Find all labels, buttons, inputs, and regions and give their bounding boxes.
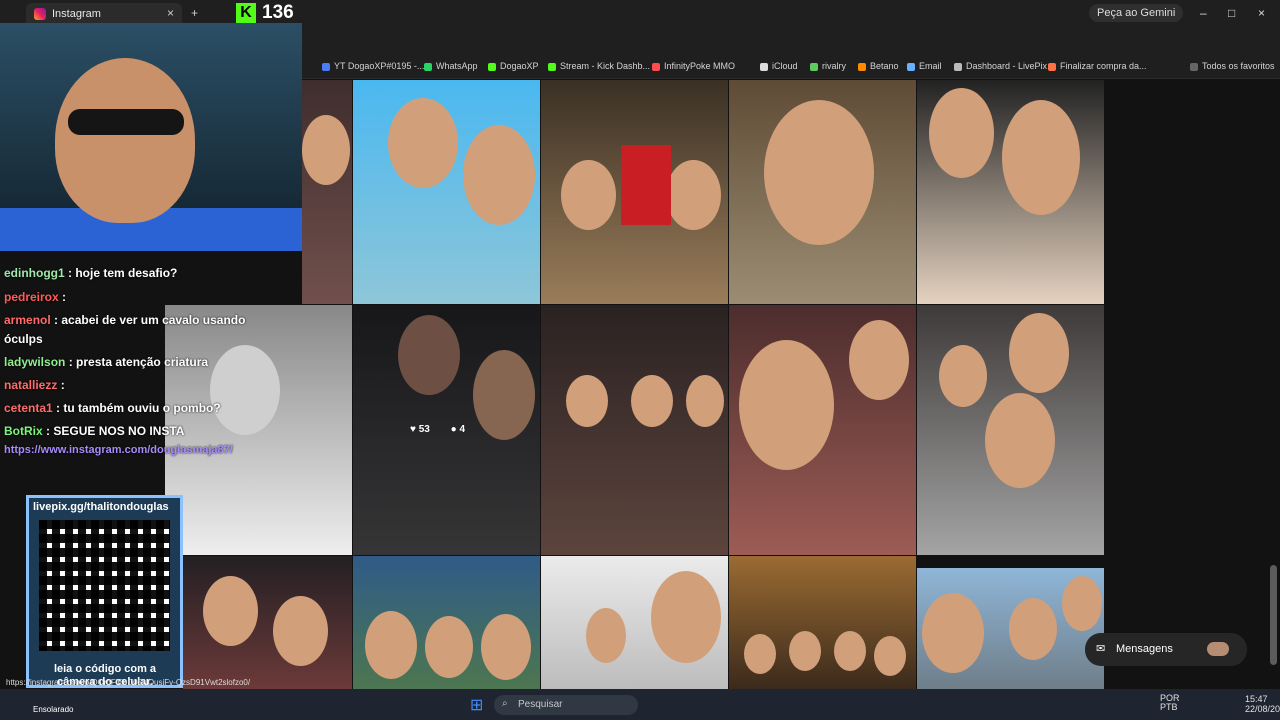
chat-message: pedreirox : [4,290,67,304]
bookmark-item[interactable]: WhatsApp [424,61,478,71]
kick-logo: K [236,3,256,23]
bookmark-item[interactable]: Finalizar compra da... [1048,61,1147,71]
gemini-button[interactable]: Peça ao Gemini [1089,4,1184,22]
post-tile[interactable] [353,80,540,304]
bookmark-item[interactable]: DogaoXP [488,61,539,71]
language-indicator[interactable]: POR PTB [1160,694,1180,712]
post-tile[interactable] [917,568,1104,689]
clock: 15:47 22/08/2026 [1245,694,1280,714]
bookmark-item[interactable]: YT DogaoXP#0195 -... [322,61,424,71]
instagram-icon [34,8,46,20]
taskbar-search[interactable]: ⌕ Pesquisar [494,695,638,715]
messages-label: Mensagens [1116,643,1173,655]
comments-count: 4 [459,424,466,435]
chat-link[interactable]: https://www.instagram.com/douglasmaja87/ [4,444,264,456]
address-bar[interactable] [300,28,1280,56]
qr-code [39,520,170,651]
chat-message: natalliezz : [4,378,65,392]
post-stats: ♥ 53 ● 4 [410,424,465,435]
kick-badge: K 136 [236,2,294,24]
chat-message: cetenta1 : tu também ouviu o pombo? [4,401,221,415]
status-url: https://instagram.com/p/QOrgFiEbD05NOusi… [6,678,251,687]
webcam-overlay [0,23,302,251]
close-window-icon[interactable]: × [1258,6,1265,20]
taskbar: Ensolarado ⊞ [0,689,1280,720]
bookmark-item[interactable]: iCloud [760,61,798,71]
page-scrollbar[interactable] [1270,565,1277,665]
maximize-icon[interactable]: □ [1228,6,1235,20]
chat-message: ladywilson : presta atenção criatura [4,355,209,369]
chat-message: armenol : acabei de ver um cavalo usando [4,313,246,327]
windows-icon[interactable]: ⊞ [470,695,483,715]
search-placeholder: Pesquisar [518,699,563,710]
post-tile[interactable] [183,556,352,689]
bookmark-item[interactable]: rivalry [810,61,846,71]
post-tile[interactable] [917,305,1104,555]
streamer-face [55,58,195,223]
close-icon[interactable]: × [167,6,174,20]
bookmark-item[interactable]: Todos os favoritos [1190,61,1275,71]
bookmarks-bar: YT DogaoXP#0195 -... WhatsApp DogaoXP St… [300,56,1280,79]
message-icon: ✉ [1096,643,1106,655]
post-tile[interactable] [917,80,1104,304]
viewer-count: 136 [262,2,294,23]
chat-message: BotRix : SEGUE NOS NO INSTA [4,424,185,438]
bookmark-item[interactable]: Stream - Kick Dashb... [548,61,650,71]
stream-chat: edinhogg1 : hoje tem desafio? pedreirox … [0,262,280,462]
chat-message: edinhogg1 : hoje tem desafio? [4,266,178,280]
bookmark-item[interactable]: Betano [858,61,899,71]
chat-user: edinhogg1 [4,266,65,280]
chat-message: óculps [4,332,43,346]
post-tile[interactable] [729,80,916,304]
heart-icon: ♥ [410,424,416,435]
bookmark-item[interactable]: InfinityPoke MMO [652,61,735,71]
post-tile[interactable] [302,80,352,304]
qr-title: livepix.gg/thalitondouglas [33,501,169,513]
bookmark-item[interactable]: Email [907,61,942,71]
post-tile[interactable] [541,305,728,555]
avatar-group [1207,642,1229,656]
search-icon: ⌕ [502,698,508,709]
date: 22/08/2026 [1245,704,1280,714]
livepix-qr-card: livepix.gg/thalitondouglas leia o código… [26,495,183,688]
new-tab-icon[interactable]: + [191,6,198,20]
bookmark-item[interactable]: Dashboard - LivePix [954,61,1047,71]
minimize-icon[interactable]: – [1200,6,1207,20]
post-tile[interactable] [541,80,728,304]
tab-instagram[interactable]: Instagram × [26,3,182,25]
post-tile[interactable] [353,556,540,689]
sunglasses [68,109,184,135]
comment-icon: ● [450,424,457,435]
post-tile[interactable] [729,556,916,689]
messages-button[interactable]: ✉ Mensagens [1085,633,1247,666]
post-tile[interactable] [541,556,728,689]
post-tile[interactable] [729,305,916,555]
likes-count: 53 [418,424,430,435]
tab-title: Instagram [52,8,101,20]
time: 15:47 [1245,694,1268,704]
weather-label: Ensolarado [33,705,74,714]
